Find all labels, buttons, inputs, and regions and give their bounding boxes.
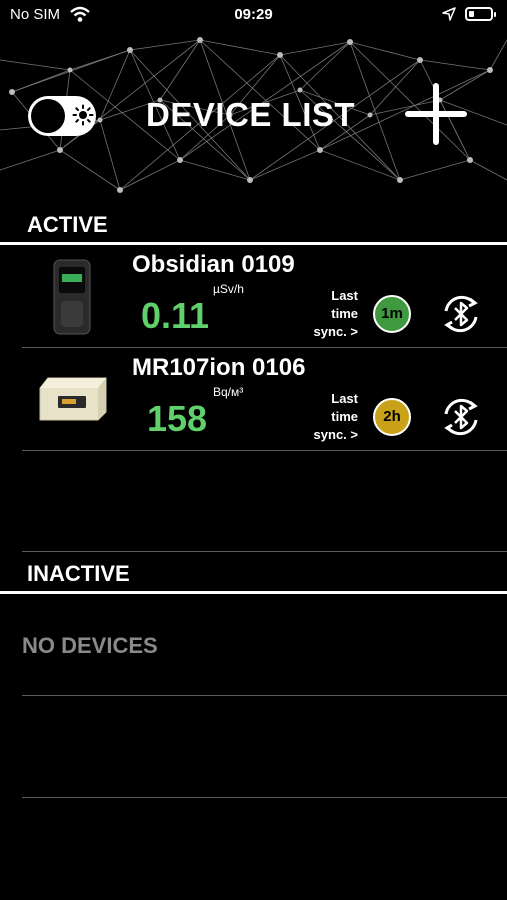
device-row-obsidian[interactable]: Obsidian 0109 µSv/h 0.11 Last time sync.… — [0, 245, 507, 347]
inactive-section-title: INACTIVE — [27, 561, 130, 586]
last-sync-link[interactable]: Last time sync. > — [288, 390, 358, 444]
device-row-mr107ion[interactable]: MR107ion 0106 Bq/м³ 158 Last time sync. … — [0, 348, 507, 450]
row-divider — [22, 695, 507, 696]
device-unit: µSv/h — [213, 282, 244, 296]
row-divider — [22, 551, 507, 552]
page-title: DEVICE LIST — [146, 96, 356, 133]
device-reading: 158 — [147, 398, 208, 439]
device-name: Obsidian 0109 — [132, 251, 295, 278]
row-divider — [22, 450, 507, 451]
row-divider — [22, 797, 507, 798]
status-bar: No SIM 09:29 — [0, 0, 507, 32]
device-unit: Bq/м³ — [213, 385, 244, 399]
toggle-knob — [31, 99, 65, 133]
radon-monitor-device-image — [39, 377, 107, 421]
inactive-divider — [0, 591, 507, 594]
last-sync-link[interactable]: Last time sync. > — [288, 287, 358, 341]
bluetooth-sync-icon[interactable] — [438, 394, 484, 440]
sync-age-indicator: 1m — [373, 295, 411, 333]
location-arrow-icon — [442, 7, 456, 21]
sun-icon — [72, 104, 94, 126]
battery-icon — [465, 7, 496, 21]
sync-age-indicator: 2h — [373, 398, 411, 436]
device-reading: 0.11 — [141, 295, 210, 336]
no-devices-label: NO DEVICES — [22, 633, 158, 658]
add-device-button[interactable] — [404, 82, 468, 146]
device-name: MR107ion 0106 — [132, 354, 306, 381]
active-section-title: ACTIVE — [27, 212, 108, 237]
bluetooth-sync-icon[interactable] — [438, 291, 484, 337]
clock: 09:29 — [234, 6, 273, 23]
theme-toggle[interactable] — [28, 96, 96, 136]
dosimeter-device-image — [53, 259, 91, 335]
